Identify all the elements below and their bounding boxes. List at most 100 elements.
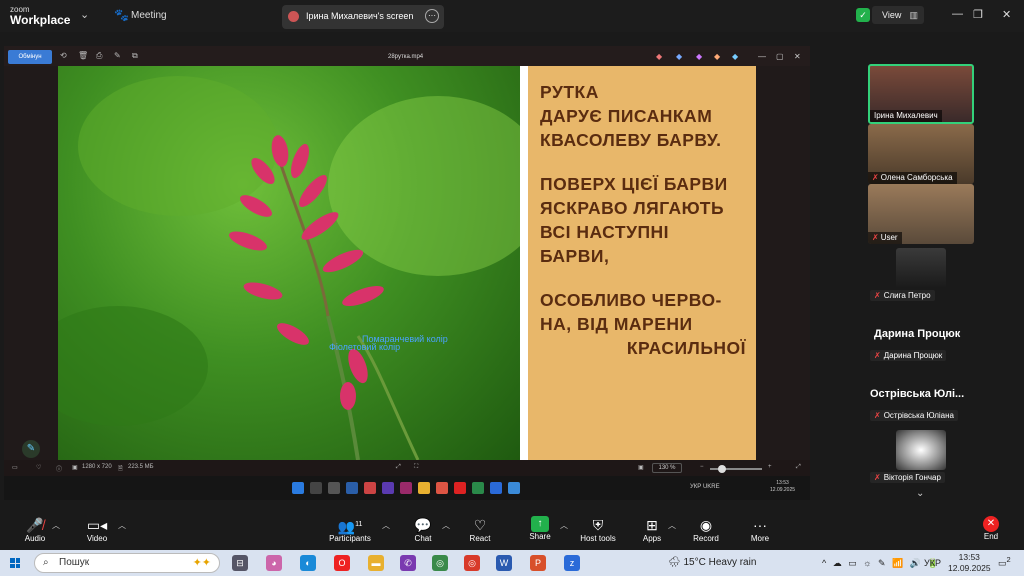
fit-icon[interactable]: ⤢: [396, 464, 401, 471]
caret-up-icon[interactable]: ︿: [52, 520, 60, 531]
screen-share-tab[interactable]: Ірина Михалевич's screen ···: [282, 5, 444, 29]
minimize-icon[interactable]: —: [758, 52, 766, 61]
apps-button[interactable]: ⊞ Apps: [640, 516, 664, 543]
chevron-down-icon[interactable]: ⌄: [916, 488, 924, 499]
edit-icon[interactable]: ✎: [114, 51, 121, 60]
zoom-in-icon[interactable]: +: [768, 464, 772, 470]
app-icon[interactable]: [364, 482, 376, 494]
edge-icon[interactable]: ◐: [300, 555, 316, 571]
teams-icon[interactable]: [382, 482, 394, 494]
weather-widget[interactable]: 🌧 15°C Heavy rain: [668, 557, 756, 568]
crop-icon[interactable]: ⧉: [132, 51, 138, 61]
participant-video-thumb[interactable]: [896, 248, 946, 288]
fullscreen-icon[interactable]: ⛶: [414, 464, 418, 471]
print-icon[interactable]: ⎙: [96, 51, 102, 61]
open-with-button[interactable]: Обмінун: [8, 50, 52, 64]
task-view-icon[interactable]: ⊟: [232, 555, 248, 571]
zoom-icon[interactable]: [490, 482, 502, 494]
share-button[interactable]: ↑ Share: [526, 516, 554, 541]
notification-icon[interactable]: ▭2: [998, 555, 1014, 569]
restore-icon[interactable]: ▢: [776, 52, 784, 61]
start-icon[interactable]: [10, 558, 20, 568]
inner-tray-lang[interactable]: УКР UKRE: [690, 484, 720, 490]
annotate-pen-icon[interactable]: ✎: [22, 440, 40, 458]
opera-icon[interactable]: [454, 482, 466, 494]
record-button[interactable]: ◉ Record: [690, 516, 722, 543]
close-icon[interactable]: ✕: [1002, 8, 1011, 21]
app-icon-2[interactable]: ◆: [676, 52, 682, 61]
participants-button[interactable]: 👥11 Participants: [324, 516, 376, 543]
participant-tile[interactable]: ✗ Олена Самборська: [868, 124, 974, 184]
participant-name: Вікторія Гончар: [883, 473, 941, 482]
participant-tile[interactable]: ✗ User: [868, 184, 974, 244]
participant-big-name[interactable]: Острівська Юлі...: [870, 388, 964, 400]
resolution-icon: ▣: [72, 465, 78, 471]
audio-button[interactable]: 🎤̸ Audio: [20, 516, 50, 543]
monitor-icon[interactable]: ▭: [12, 464, 18, 471]
participant-big-name[interactable]: Дарина Процюк: [874, 328, 960, 340]
language-indicator[interactable]: УКР: [924, 558, 941, 568]
heart-icon[interactable]: ♡: [36, 464, 41, 471]
system-tray-icons[interactable]: ^ ☁ ▭ ☼ ✎ 📶 🔊 🔋: [822, 558, 941, 569]
minimize-icon[interactable]: —: [952, 8, 963, 20]
chrome-icon[interactable]: ◎: [432, 555, 448, 571]
expand-icon[interactable]: ⤢: [796, 464, 801, 471]
taskview-icon[interactable]: [328, 482, 340, 494]
caret-up-icon[interactable]: ︿: [382, 520, 390, 531]
restore-icon[interactable]: ❐: [973, 8, 983, 21]
chrome-profile-icon[interactable]: ◎: [464, 555, 480, 571]
heart-icon: ♡: [473, 517, 487, 533]
delete-icon[interactable]: 🗑: [78, 51, 88, 60]
info-icon[interactable]: ⓘ: [56, 464, 62, 473]
app-icon-4[interactable]: ◆: [714, 52, 720, 61]
chevron-down-icon[interactable]: ⌄: [80, 8, 89, 21]
participant-tile[interactable]: Ірина Михалевич: [868, 64, 974, 124]
host-tools-button[interactable]: ⛨ Host tools: [578, 516, 618, 543]
zoom-out-icon[interactable]: −: [700, 464, 704, 470]
zoom-slider[interactable]: [710, 465, 762, 473]
app-icon-3[interactable]: ◆: [696, 52, 702, 61]
rotate-icon[interactable]: ⟲: [60, 51, 67, 60]
participant-label: ✗ Дарина Процюк: [870, 350, 947, 361]
video-button[interactable]: ▭◂ Video: [82, 516, 112, 543]
close-icon[interactable]: ✕: [794, 52, 801, 61]
clock[interactable]: 13:53 12.09.2025: [948, 552, 991, 574]
copilot-icon[interactable]: ◕: [266, 555, 282, 571]
more-icon[interactable]: ···: [425, 9, 439, 23]
meeting-label[interactable]: Meeting: [131, 10, 167, 21]
app-icon[interactable]: [346, 482, 358, 494]
photos-icon[interactable]: [508, 482, 520, 494]
caret-up-icon[interactable]: ︿: [668, 520, 676, 531]
muted-mic-icon: ✗: [872, 233, 879, 242]
caret-up-icon[interactable]: ︿: [560, 520, 568, 531]
caret-up-icon[interactable]: ︿: [118, 520, 126, 531]
windows-icon[interactable]: [292, 482, 304, 494]
security-shield-icon[interactable]: ✓: [856, 8, 870, 22]
word-icon[interactable]: W: [496, 555, 512, 571]
image-icon[interactable]: ▣: [638, 464, 644, 471]
participant-name: Ірина Михалевич: [870, 110, 942, 122]
caret-up-icon[interactable]: ︿: [442, 520, 450, 531]
react-button[interactable]: ♡ React: [466, 516, 494, 543]
viber-icon[interactable]: ✆: [400, 555, 416, 571]
app-icon-5[interactable]: ◆: [732, 52, 738, 61]
powerpoint-icon[interactable]: P: [530, 555, 546, 571]
chat-button[interactable]: 💬 Chat: [410, 516, 436, 543]
folder-icon[interactable]: [418, 482, 430, 494]
muted-mic-icon: ✗: [874, 473, 881, 482]
app-icon[interactable]: [472, 482, 484, 494]
app-icon[interactable]: [400, 482, 412, 494]
zoom-icon[interactable]: z: [564, 555, 580, 571]
app-icon-1[interactable]: ◆: [656, 52, 662, 61]
view-button[interactable]: View ▥: [872, 6, 924, 24]
search-box[interactable]: ⌕ Пошук ✦✦: [34, 553, 220, 573]
app-icon[interactable]: [436, 482, 448, 494]
opera-icon[interactable]: O: [334, 555, 350, 571]
more-button[interactable]: ··· More: [748, 516, 772, 543]
zoom-slider-thumb[interactable]: [718, 465, 726, 473]
rose-avatar[interactable]: [896, 430, 946, 470]
zoom-level[interactable]: 130 %: [652, 463, 682, 473]
search-icon[interactable]: [310, 482, 322, 494]
end-button[interactable]: ✕ End: [980, 516, 1002, 541]
folder-icon[interactable]: ▬: [368, 555, 384, 571]
